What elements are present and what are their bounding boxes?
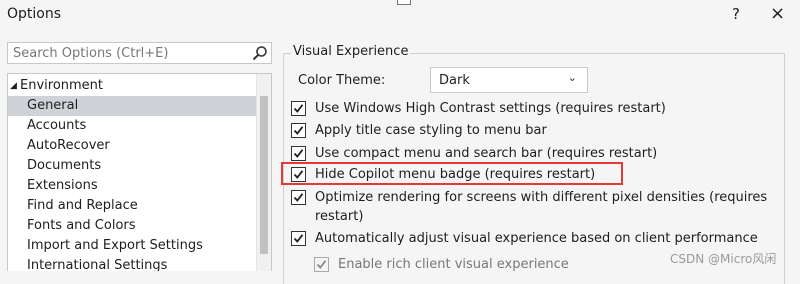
color-theme-value: Dark: [439, 73, 470, 88]
window-title: Options: [7, 6, 62, 22]
tree-item-documents[interactable]: Documents: [8, 156, 256, 176]
tree-item-find-and-replace[interactable]: Find and Replace: [8, 196, 256, 216]
option-label: Enable rich client visual experience: [338, 257, 569, 272]
tree-item-label: Documents: [27, 158, 102, 173]
tree-item-autorecover[interactable]: AutoRecover: [8, 136, 256, 156]
tree-item-label: Fonts and Colors: [27, 218, 136, 233]
search-input[interactable]: Search Options (Ctrl+E): [7, 42, 272, 64]
tree-item-accounts[interactable]: Accounts: [8, 116, 256, 136]
option-label: Automatically adjust visual experience b…: [315, 231, 758, 246]
visual-experience-legend: Visual Experience: [291, 44, 411, 59]
window-top-grip: [397, 0, 411, 5]
color-theme-label: Color Theme:: [298, 73, 386, 88]
tree-item-import-export-settings[interactable]: Import and Export Settings: [8, 236, 256, 256]
tree-item-extensions[interactable]: Extensions: [8, 176, 256, 196]
optimize-rendering-checkbox[interactable]: [291, 190, 306, 205]
search-icon[interactable]: [252, 45, 268, 61]
highlight-box: [281, 162, 623, 185]
option-label: Use Windows High Contrast settings (requ…: [315, 101, 666, 116]
tree-item-general[interactable]: General: [8, 96, 256, 116]
tree-item-label: International Settings: [27, 258, 168, 271]
rich-client-checkbox[interactable]: [314, 257, 329, 272]
chevron-down-icon: ⌄: [567, 71, 577, 84]
compact-menu-checkbox[interactable]: [291, 146, 306, 161]
tree-item-label: Find and Replace: [27, 198, 138, 213]
tree-item-label: AutoRecover: [27, 138, 110, 153]
color-theme-dropdown[interactable]: Dark ⌄: [430, 67, 588, 93]
tree-node-label: Environment: [20, 78, 104, 93]
options-tree[interactable]: ◢ Environment General Accounts AutoRecov…: [7, 73, 272, 271]
option-label: Use compact menu and search bar (require…: [315, 146, 658, 161]
tree-item-label: Accounts: [27, 118, 87, 133]
auto-adjust-checkbox[interactable]: [291, 231, 306, 246]
help-button[interactable]: ?: [732, 5, 740, 23]
close-button[interactable]: ×: [770, 3, 785, 24]
watermark: CSDN @Micro风闲: [670, 252, 777, 266]
tree-item-label: General: [27, 98, 79, 113]
option-label-line2: restart): [315, 209, 364, 224]
tree-scrollbar-thumb[interactable]: [260, 96, 268, 254]
tree-item-fonts-and-colors[interactable]: Fonts and Colors: [8, 216, 256, 236]
tree-item-international-settings[interactable]: International Settings: [8, 256, 256, 271]
search-placeholder: Search Options (Ctrl+E): [13, 46, 169, 61]
tree-item-label: Import and Export Settings: [27, 238, 203, 253]
tree-item-label: Extensions: [27, 178, 98, 193]
title-case-checkbox[interactable]: [291, 123, 306, 138]
high-contrast-checkbox[interactable]: [291, 101, 306, 116]
option-label-line1: Optimize rendering for screens with diff…: [315, 190, 768, 205]
expand-arrow-icon[interactable]: ◢: [10, 76, 17, 96]
tree-node-environment[interactable]: ◢ Environment: [8, 76, 256, 96]
tree-scrollbar[interactable]: [256, 74, 271, 271]
option-label: Apply title case styling to menu bar: [315, 123, 547, 138]
